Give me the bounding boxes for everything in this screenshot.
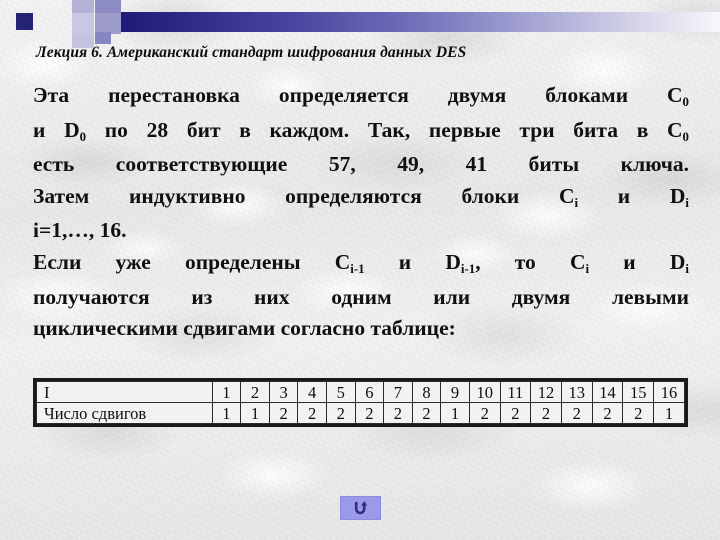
table-cell: 7	[383, 381, 413, 403]
table-cell: 3	[268, 381, 299, 403]
body-line-1: Эта перестановка определяется двумя блок…	[33, 83, 689, 110]
body-line-7: получаются из них одним или двумя левыми	[33, 284, 689, 309]
body-line-2: и D0 по 28 бит в каждом. Так, первые три…	[33, 117, 689, 144]
table-cell: 1	[211, 381, 242, 403]
table-cell: 14	[591, 381, 624, 403]
body-line-4: Затем индуктивно определяются блоки Ci и…	[33, 183, 689, 210]
table-cell: 2	[530, 402, 562, 424]
decoration-square-dark	[16, 13, 33, 30]
table-cell: 2	[268, 402, 299, 424]
table-cell: 5	[325, 381, 356, 403]
table-cell: 15	[622, 381, 655, 403]
slide-canvas: Лекция 6. Американский стандарт шифрован…	[0, 0, 720, 540]
table-cell: 2	[297, 402, 327, 424]
decoration-square-light-2	[72, 13, 94, 34]
decoration-square-mid-1	[95, 0, 121, 13]
table-cell: 2	[622, 402, 655, 424]
body-line-3: есть соответствующие 57, 49, 41 биты клю…	[33, 152, 689, 177]
table-row: Число сдвигов 1 1 2 2 2 2 2 2 1 2 2 2 2 2 2 1	[36, 402, 685, 424]
table-row: I 1 2 3 4 5 6 7 8 9 10 11 12 13 14 15 16	[36, 381, 685, 403]
header-gradient-fill	[121, 12, 720, 32]
shift-table: I 1 2 3 4 5 6 7 8 9 10 11 12 13 14 15 16 Число сдвигов 1 1 2…	[36, 381, 685, 424]
table-cell: 2	[354, 402, 385, 424]
table-cell: 2	[325, 402, 356, 424]
table-cell: 1	[440, 402, 470, 424]
slide-title: Лекция 6. Американский стандарт шифрован…	[36, 44, 467, 61]
table-cell: 2	[383, 402, 413, 424]
decoration-square-mid-2	[95, 13, 121, 34]
body-line-8: циклическими сдвигами согласно таблице:	[33, 316, 456, 341]
body-line-6: Если уже определены Ci-1 и Di-1, то Ci и…	[33, 249, 689, 277]
shift-table-container: I 1 2 3 4 5 6 7 8 9 10 11 12 13 14 15 16 Число сдвигов 1 1 2…	[33, 378, 688, 427]
table-cell: 11	[499, 381, 532, 403]
table-cell: 1	[240, 402, 270, 424]
table-cell: 6	[354, 381, 385, 403]
table-cell: 2	[468, 402, 501, 424]
table-cell: 2	[240, 381, 270, 403]
return-arrow-icon	[353, 500, 368, 516]
table-cell: 10	[468, 381, 501, 403]
header-gradient-bar	[121, 12, 720, 32]
table-cell: 8	[411, 381, 442, 403]
table-row-label: I	[36, 381, 213, 403]
table-cell: 1	[211, 402, 242, 424]
table-cell: 4	[297, 381, 327, 403]
table-cell: 16	[653, 381, 685, 403]
table-cell: 2	[499, 402, 532, 424]
table-cell: 2	[591, 402, 624, 424]
table-cell: 1	[653, 402, 685, 424]
body-line-5: i=1,…, 16.	[33, 218, 127, 243]
slide-body-text: Эта перестановка определяется двумя блок…	[33, 80, 689, 345]
table-cell: 2	[411, 402, 442, 424]
table-cell: 13	[560, 381, 593, 403]
return-button[interactable]	[340, 496, 381, 520]
table-cell: 2	[560, 402, 593, 424]
table-cell: 12	[530, 381, 562, 403]
table-row-label: Число сдвигов	[36, 402, 213, 424]
shift-table-body: I 1 2 3 4 5 6 7 8 9 10 11 12 13 14 15 16 Число сдвигов 1 1 2…	[36, 381, 685, 424]
table-cell: 9	[440, 381, 470, 403]
